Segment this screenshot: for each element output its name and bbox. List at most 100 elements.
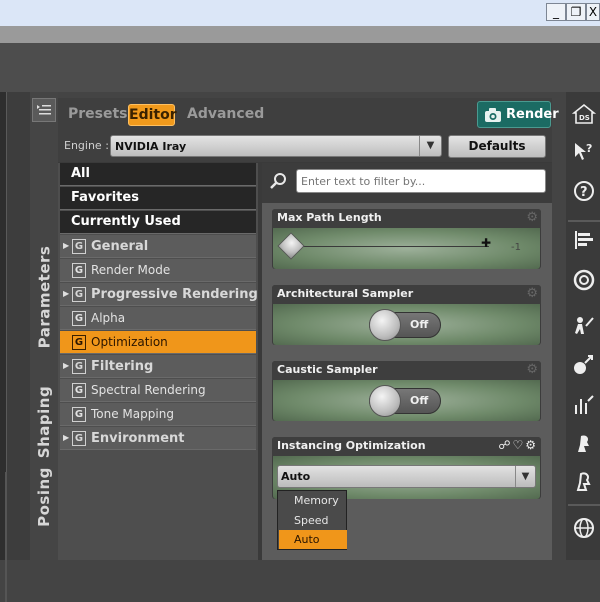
expand-arrow-icon[interactable]: ▶ — [63, 241, 69, 250]
home-glyph: DS — [571, 103, 597, 124]
property-title: Architectural Sampler — [277, 287, 414, 300]
dropdown-option-memory[interactable]: Memory — [279, 491, 347, 510]
category-spectral-rendering[interactable]: G Spectral Rendering — [60, 379, 256, 402]
universal-glyph — [574, 355, 593, 374]
expand-arrow-icon[interactable]: ▶ — [63, 289, 69, 298]
gear-icon[interactable]: ⚙ — [526, 362, 538, 377]
caustic-sampler-toggle[interactable]: Off — [369, 385, 441, 417]
category-render-mode[interactable]: G Render Mode — [60, 259, 256, 282]
category-environment[interactable]: ▶ G Environment — [60, 427, 256, 450]
category-tone-mapping[interactable]: G Tone Mapping — [60, 403, 256, 426]
property-header: Architectural Sampler ⚙ — [272, 285, 541, 304]
expand-arrow-icon[interactable]: ▶ — [63, 433, 69, 442]
toggle-label: Off — [410, 318, 429, 331]
slider-track[interactable] — [289, 246, 489, 247]
close-button[interactable]: X — [586, 3, 600, 21]
category-alpha[interactable]: G Alpha — [60, 307, 256, 330]
chevron-down-icon: ▼ — [515, 466, 535, 487]
target-icon[interactable] — [571, 268, 597, 294]
search-icon[interactable] — [269, 171, 291, 193]
group-badge-icon: G — [72, 383, 86, 398]
target-glyph — [573, 269, 595, 291]
globe-icon[interactable] — [571, 516, 597, 542]
property-title: Max Path Length — [277, 211, 382, 224]
heart-icon[interactable]: ♡ — [512, 438, 525, 452]
property-title: Caustic Sampler — [277, 363, 378, 376]
gear-icon[interactable]: ⚙ — [526, 210, 538, 225]
link-icon[interactable]: ☍ — [498, 438, 512, 452]
property-body: Off — [273, 380, 540, 421]
engine-select[interactable]: NVIDIA Iray ▼ — [110, 135, 442, 157]
render-button[interactable]: Render — [477, 101, 559, 128]
globe-glyph — [574, 518, 594, 538]
engine-value: NVIDIA Iray — [115, 140, 187, 153]
toolbar-strip — [0, 26, 600, 43]
instancing-optimization-select[interactable]: Auto ▼ — [277, 465, 536, 488]
pane-options-icon[interactable] — [32, 98, 56, 122]
defaults-button[interactable]: Defaults — [448, 135, 546, 158]
tab-parameters[interactable]: Parameters — [30, 222, 58, 372]
toolbar-area — [0, 43, 600, 92]
window-titlebar: _ ❐ X — [0, 0, 600, 26]
pose-tool-icon[interactable] — [571, 314, 597, 340]
category-label: Spectral Rendering — [91, 383, 206, 397]
property-actions: ☍♡⚙ — [498, 438, 538, 452]
dropdown-option-auto[interactable]: Auto — [279, 530, 347, 549]
property-header: Max Path Length ⚙ — [272, 209, 541, 228]
category-general[interactable]: ▶ G General — [60, 235, 256, 258]
left-pane-edge — [0, 92, 30, 602]
minimize-button[interactable]: _ — [546, 3, 566, 21]
camera-icon — [485, 108, 501, 122]
left-pane-marker — [5, 472, 7, 602]
svg-text:?: ? — [586, 142, 592, 155]
category-favorites[interactable]: Favorites — [60, 187, 256, 210]
instancing-dropdown-menu: Memory Speed Auto — [277, 490, 347, 550]
chevron-down-icon: ▼ — [419, 136, 441, 156]
category-all[interactable]: All — [60, 163, 256, 186]
restore-button[interactable]: ❐ — [566, 3, 586, 21]
search-glyph — [270, 173, 286, 189]
property-body: ✚ -1 — [273, 228, 540, 269]
category-label: General — [91, 239, 149, 254]
category-optimization[interactable]: G Optimization — [60, 331, 256, 354]
property-header: Caustic Sampler ⚙ — [272, 361, 541, 380]
slider-value[interactable]: -1 — [511, 242, 521, 253]
dropdown-option-speed[interactable]: Speed — [279, 511, 347, 530]
help-icon[interactable]: ? — [571, 179, 597, 205]
property-body: Off — [273, 304, 540, 345]
tab-advanced[interactable]: Advanced — [187, 106, 264, 122]
tab-presets[interactable]: Presets — [68, 106, 128, 122]
group-badge-icon: G — [72, 263, 86, 278]
joint-glyph — [575, 395, 594, 414]
node-weight-icon[interactable] — [571, 470, 597, 496]
pointer-help-glyph: ? — [575, 142, 592, 160]
joint-editor-icon[interactable] — [571, 393, 597, 419]
category-label: Progressive Rendering — [91, 287, 258, 302]
property-architectural-sampler: Architectural Sampler ⚙ Off — [272, 285, 541, 345]
category-filtering[interactable]: ▶ G Filtering — [60, 355, 256, 378]
property-max-path-length: Max Path Length ⚙ ✚ -1 — [272, 209, 541, 269]
group-badge-icon: G — [72, 311, 86, 326]
align-icon[interactable] — [571, 228, 597, 254]
universal-tool-icon[interactable] — [571, 352, 597, 378]
daz-home-icon[interactable]: DS — [571, 102, 597, 128]
whats-this-icon[interactable]: ? — [571, 140, 597, 166]
tab-shaping[interactable]: Shaping — [30, 382, 58, 462]
property-title: Instancing Optimization — [277, 439, 426, 452]
figure-tool-icon[interactable] — [571, 432, 597, 458]
architectural-sampler-toggle[interactable]: Off — [369, 309, 441, 341]
toggle-label: Off — [410, 394, 429, 407]
filter-input[interactable] — [296, 169, 546, 193]
category-currently-used[interactable]: Currently Used — [60, 211, 256, 234]
gear-icon[interactable]: ⚙ — [525, 438, 538, 452]
gear-icon[interactable]: ⚙ — [526, 286, 538, 301]
category-label: Optimization — [91, 335, 168, 349]
expand-arrow-icon[interactable]: ▶ — [63, 361, 69, 370]
tab-editor[interactable]: Editor — [128, 104, 177, 126]
toolbar-separator — [568, 220, 600, 222]
category-progressive-rendering[interactable]: ▶ G Progressive Rendering — [60, 283, 258, 306]
slider-handle[interactable] — [277, 232, 305, 260]
render-label: Render — [506, 107, 559, 122]
tab-posing[interactable]: Posing — [30, 462, 58, 532]
category-label: Filtering — [91, 359, 154, 374]
